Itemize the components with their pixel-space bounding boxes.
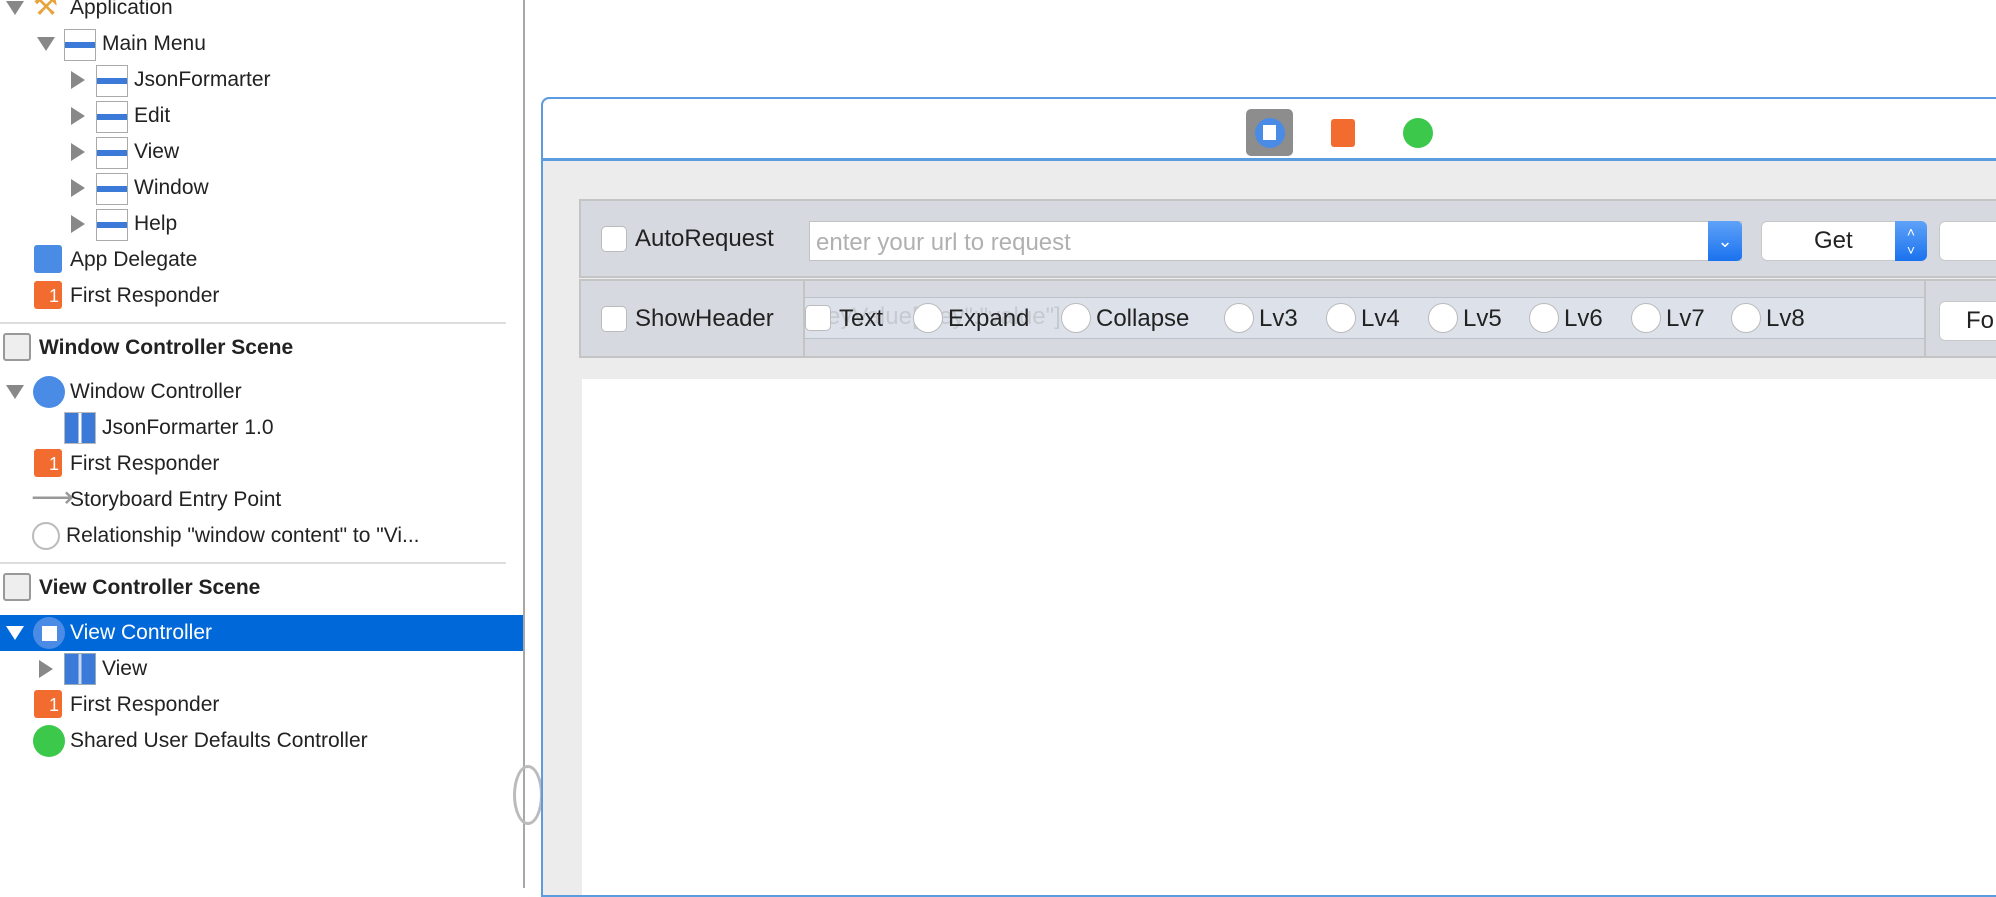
- view-controller-frame[interactable]: AutoRequest enter your url to request ⌄ …: [541, 97, 1996, 897]
- json-output-text-view[interactable]: [582, 379, 1996, 895]
- request-button[interactable]: [1939, 221, 1996, 261]
- lv3-radio[interactable]: [1224, 303, 1254, 333]
- menu-item-icon: [96, 101, 128, 133]
- document-outline: ⚒ Application Main Menu JsonFormarter Ed…: [0, 0, 525, 888]
- view-icon: [64, 653, 96, 685]
- divider: [0, 562, 506, 564]
- chevron-down-icon[interactable]: ⌄: [1708, 221, 1742, 261]
- view-controller-icon: [33, 617, 65, 649]
- window-icon: [64, 412, 96, 444]
- auto-request-checkbox[interactable]: [601, 226, 627, 252]
- lv8-radio[interactable]: [1731, 303, 1761, 333]
- square-glyph: [41, 625, 57, 641]
- text-checkbox[interactable]: [805, 305, 831, 331]
- collapse-radio[interactable]: [1061, 303, 1091, 333]
- cube-icon: [34, 245, 62, 273]
- menu-item-icon: [96, 173, 128, 205]
- menu-item-icon: [96, 209, 128, 241]
- outline-item-menu[interactable]: Window: [0, 170, 523, 206]
- scene-icon: [3, 333, 31, 361]
- outline-item-first-responder[interactable]: 1 First Responder: [0, 446, 523, 482]
- view-controller-icon: [1254, 117, 1285, 148]
- user-defaults-icon: [33, 725, 65, 757]
- dock-view-controller-button[interactable]: [1246, 109, 1293, 156]
- outline-item-menu[interactable]: View: [0, 134, 523, 170]
- outline-item-relationship[interactable]: Relationship "window content" to "Vi...: [0, 518, 523, 554]
- arrow-right-icon: ⟶: [31, 481, 75, 514]
- first-responder-icon: 1: [34, 281, 62, 309]
- first-responder-icon: [1330, 118, 1355, 147]
- disclosure-triangle-icon[interactable]: [71, 179, 85, 197]
- outline-item-window[interactable]: JsonFormarter 1.0: [0, 410, 523, 446]
- disclosure-triangle-icon[interactable]: [6, 626, 24, 640]
- outline-item-first-responder[interactable]: 1 First Responder: [0, 687, 523, 723]
- outline-item-app-delegate[interactable]: App Delegate: [0, 242, 523, 278]
- outline-item-shared-user-defaults[interactable]: Shared User Defaults Controller: [0, 723, 523, 759]
- outline-item-window-controller[interactable]: Window Controller: [0, 374, 523, 410]
- method-popup[interactable]: Get ˄ ˅: [1761, 221, 1927, 261]
- disclosure-triangle-icon[interactable]: [71, 107, 85, 125]
- menu-item-icon: [96, 65, 128, 97]
- lv6-radio[interactable]: [1529, 303, 1559, 333]
- application-icon: ⚒: [33, 0, 59, 21]
- first-responder-icon: 1: [34, 690, 62, 718]
- lv4-radio[interactable]: [1326, 303, 1356, 333]
- display-options-group: eyValue["key":"value"] Text Expand Colla…: [803, 281, 1926, 356]
- scene-header-window-controller[interactable]: Window Controller Scene: [0, 330, 523, 366]
- divider: [0, 322, 506, 324]
- disclosure-triangle-icon[interactable]: [6, 385, 24, 399]
- disclosure-triangle-icon[interactable]: [71, 71, 85, 89]
- menu-icon: [64, 29, 96, 61]
- lv5-radio[interactable]: [1428, 303, 1458, 333]
- scene-header-view-controller[interactable]: View Controller Scene: [0, 570, 523, 606]
- disclosure-triangle-icon[interactable]: [37, 37, 55, 51]
- disclosure-triangle-icon[interactable]: [6, 1, 24, 15]
- url-combo-box[interactable]: enter your url to request ⌄: [809, 221, 1742, 261]
- outline-item-main-menu[interactable]: Main Menu: [0, 26, 523, 62]
- scene-dock: [543, 99, 1996, 161]
- first-responder-icon: 1: [34, 449, 62, 477]
- window-controller-icon: [33, 376, 65, 408]
- outline-item-application[interactable]: ⚒ Application: [0, 0, 523, 26]
- square-glyph: [1263, 125, 1276, 140]
- scene-icon: [3, 573, 31, 601]
- disclosure-triangle-icon[interactable]: [71, 215, 85, 233]
- menu-item-icon: [96, 137, 128, 169]
- outline-item-view-controller[interactable]: View Controller: [0, 615, 523, 651]
- disclosure-triangle-icon[interactable]: [71, 143, 85, 161]
- outline-item-menu[interactable]: Help: [0, 206, 523, 242]
- outline-item-first-responder[interactable]: 1 First Responder: [0, 278, 523, 314]
- up-down-chevron-icon: ˄ ˅: [1895, 221, 1927, 261]
- show-header-checkbox[interactable]: [601, 306, 627, 332]
- request-bar: AutoRequest enter your url to request ⌄ …: [579, 199, 1996, 278]
- outline-item-menu[interactable]: Edit: [0, 98, 523, 134]
- disclosure-triangle-icon[interactable]: [39, 660, 53, 678]
- outline-item-entry-point[interactable]: ⟶ Storyboard Entry Point: [0, 482, 523, 518]
- dock-first-responder-button[interactable]: [1319, 109, 1366, 156]
- dock-user-defaults-button[interactable]: [1394, 109, 1441, 156]
- format-button[interactable]: Fo: [1939, 301, 1996, 341]
- outline-item-view[interactable]: View: [0, 651, 523, 687]
- user-defaults-icon: [1402, 117, 1433, 148]
- segue-connector-icon: [513, 765, 543, 825]
- expand-radio[interactable]: [913, 303, 943, 333]
- outline-item-menu[interactable]: JsonFormarter: [0, 62, 523, 98]
- lv7-radio[interactable]: [1631, 303, 1661, 333]
- options-bar: ShowHeader eyValue["key":"value"] Text E…: [579, 279, 1996, 358]
- relationship-icon: [32, 522, 60, 550]
